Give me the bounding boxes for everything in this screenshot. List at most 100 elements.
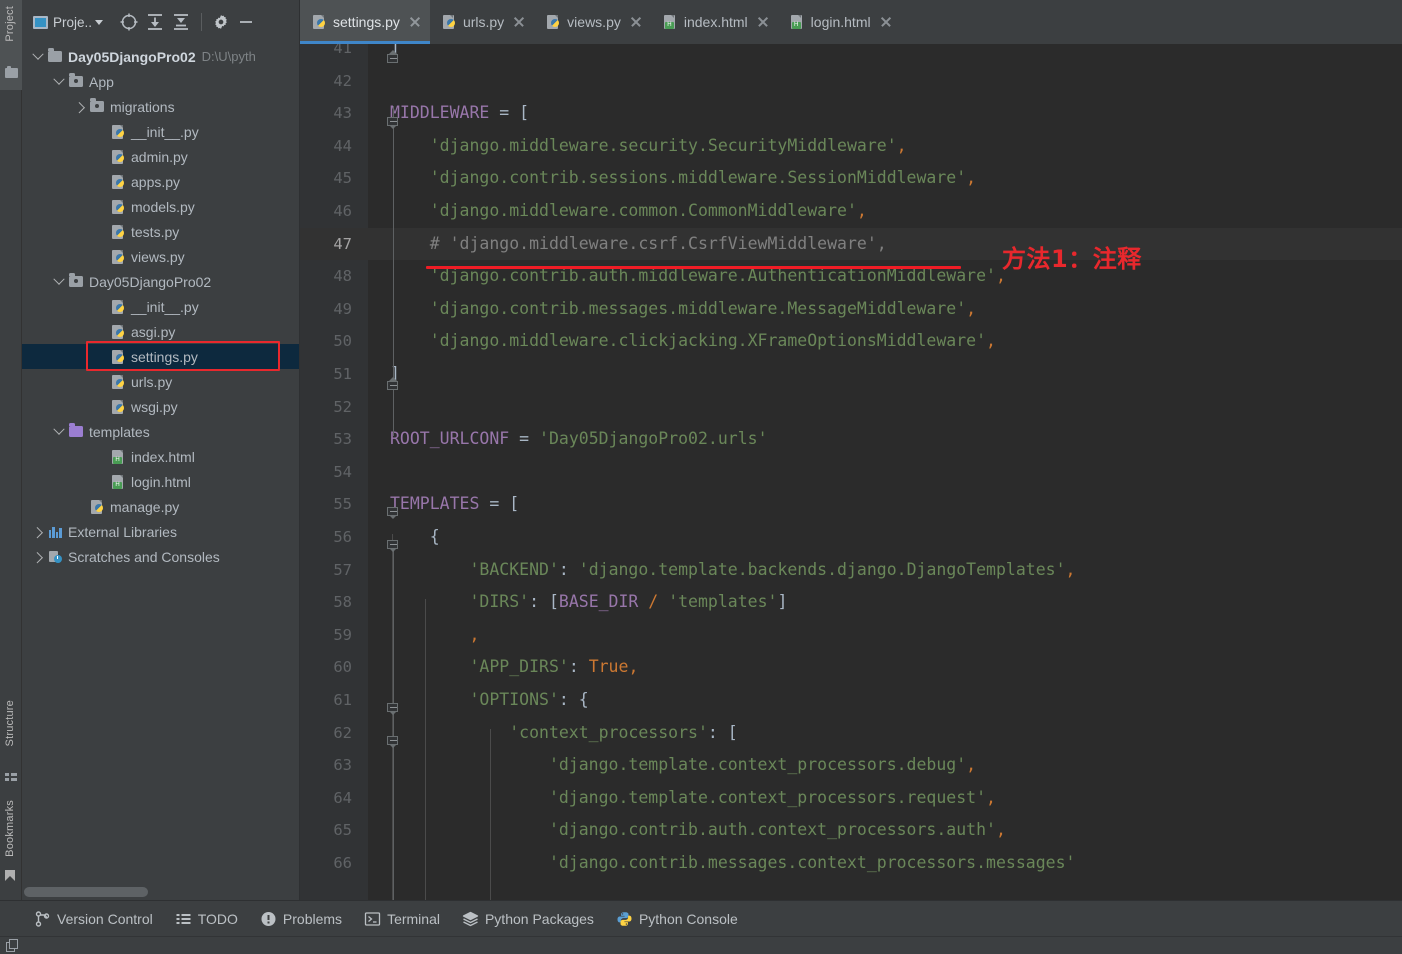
code-line-50[interactable]: 50 'django.middleware.clickjacking.XFram…	[300, 325, 1402, 358]
code-line-41[interactable]: 41]	[300, 44, 1402, 65]
bookmark-icon[interactable]	[5, 870, 15, 881]
tree-item-index-html[interactable]: Hindex.html	[22, 444, 300, 469]
tree-item-tests-py[interactable]: tests.py	[22, 219, 300, 244]
code-line-57[interactable]: 57 'BACKEND': 'django.template.backends.…	[300, 554, 1402, 587]
tree-twisty[interactable]	[93, 349, 109, 365]
tree-item-apps-py[interactable]: apps.py	[22, 169, 300, 194]
tree-item-app[interactable]: App	[22, 69, 300, 94]
tree-item-wsgi-py[interactable]: wsgi.py	[22, 394, 300, 419]
code-line-61[interactable]: 61 'OPTIONS': {	[300, 684, 1402, 717]
tree-item-templates[interactable]: templates	[22, 419, 300, 444]
bottom-bar-version-control[interactable]: Version Control	[34, 911, 153, 927]
tree-twisty[interactable]	[93, 299, 109, 315]
tree-twisty[interactable]	[93, 449, 109, 465]
editor-tab-login-html[interactable]: Hlogin.html	[778, 0, 901, 44]
close-icon[interactable]	[880, 16, 892, 28]
chevron-right-icon[interactable]	[72, 99, 88, 115]
rail-item-project[interactable]: Project	[4, 6, 16, 42]
tree-item-admin-py[interactable]: admin.py	[22, 144, 300, 169]
close-icon[interactable]	[409, 16, 421, 28]
bottom-bar-todo[interactable]: TODO	[175, 911, 238, 927]
code-line-46[interactable]: 46 'django.middleware.common.CommonMiddl…	[300, 195, 1402, 228]
tree-item-init-py[interactable]: __init__.py	[22, 294, 300, 319]
rail-item-bookmarks[interactable]: Bookmarks	[4, 800, 16, 857]
rail-item-structure[interactable]: Structure	[4, 700, 16, 746]
tree-item-views-py[interactable]: views.py	[22, 244, 300, 269]
code-line-49[interactable]: 49 'django.contrib.messages.middleware.M…	[300, 293, 1402, 326]
tree-item-manage-py[interactable]: manage.py	[22, 494, 300, 519]
close-icon[interactable]	[630, 16, 642, 28]
code-line-54[interactable]: 54	[300, 456, 1402, 489]
chevron-down-icon[interactable]	[30, 48, 46, 65]
fold-marker-start[interactable]	[387, 507, 400, 520]
bottom-bar-terminal[interactable]: Terminal	[364, 911, 440, 927]
code-line-44[interactable]: 44 'django.middleware.security.SecurityM…	[300, 130, 1402, 163]
tree-item-day05djangopro02[interactable]: Day05DjangoPro02 D:\U\pyth	[22, 44, 300, 69]
code-line-42[interactable]: 42	[300, 65, 1402, 98]
expand-all-button[interactable]	[142, 9, 168, 35]
tree-item-asgi-py[interactable]: asgi.py	[22, 319, 300, 344]
code-line-63[interactable]: 63 'django.template.context_processors.d…	[300, 749, 1402, 782]
tree-item-urls-py[interactable]: urls.py	[22, 369, 300, 394]
editor-tab-urls-py[interactable]: urls.py	[430, 0, 534, 44]
tree-twisty[interactable]	[93, 249, 109, 265]
tree-item-migrations[interactable]: migrations	[22, 94, 300, 119]
fold-marker-end[interactable]	[387, 50, 400, 63]
editor-tab-index-html[interactable]: Hindex.html	[651, 0, 778, 44]
chevron-right-icon[interactable]	[30, 549, 46, 565]
tree-twisty[interactable]	[93, 324, 109, 340]
project-view-selector[interactable]: Proje..	[30, 9, 106, 35]
code-line-45[interactable]: 45 'django.contrib.sessions.middleware.S…	[300, 162, 1402, 195]
code-line-66[interactable]: 66 'django.contrib.messages.context_proc…	[300, 847, 1402, 880]
bottom-bar-python-console[interactable]: Python Console	[616, 911, 738, 927]
settings-button[interactable]	[209, 9, 233, 35]
fold-marker-end[interactable]	[387, 377, 400, 390]
close-icon[interactable]	[513, 16, 525, 28]
tree-twisty[interactable]	[93, 124, 109, 140]
code-line-43[interactable]: 43 MIDDLEWARE = [	[300, 97, 1402, 130]
code-editor[interactable]: 41] 42 43 MIDDLEWARE = [44 'django.middlewa…	[300, 44, 1402, 900]
bottom-bar-problems[interactable]: Problems	[260, 911, 342, 927]
editor-tab-views-py[interactable]: views.py	[534, 0, 651, 44]
tree-twisty[interactable]	[93, 149, 109, 165]
chevron-down-icon[interactable]	[51, 73, 67, 90]
collapse-all-button[interactable]	[168, 9, 194, 35]
tree-item-init-py[interactable]: __init__.py	[22, 119, 300, 144]
chevron-down-icon[interactable]	[51, 423, 67, 440]
tree-twisty[interactable]	[93, 399, 109, 415]
chevron-right-icon[interactable]	[30, 524, 46, 540]
code-line-58[interactable]: 58 'DIRS': [BASE_DIR / 'templates']	[300, 586, 1402, 619]
editor-tab-settings-py[interactable]: settings.py	[300, 0, 430, 44]
layout-icon[interactable]	[6, 939, 19, 952]
code-line-55[interactable]: 55 TEMPLATES = [	[300, 488, 1402, 521]
code-line-53[interactable]: 53 ROOT_URLCONF = 'Day05DjangoPro02.urls'	[300, 423, 1402, 456]
close-icon[interactable]	[757, 16, 769, 28]
tree-twisty[interactable]	[93, 174, 109, 190]
code-line-60[interactable]: 60 'APP_DIRS': True,	[300, 651, 1402, 684]
tree-twisty[interactable]	[93, 474, 109, 490]
code-line-59[interactable]: 59 ,	[300, 619, 1402, 652]
structure-icon[interactable]	[5, 772, 17, 782]
project-folder-icon[interactable]	[5, 66, 18, 78]
code-line-62[interactable]: 62 'context_processors': [	[300, 717, 1402, 750]
tree-twisty[interactable]	[93, 224, 109, 240]
project-hscrollbar-thumb[interactable]	[24, 887, 148, 897]
tree-twisty[interactable]	[93, 199, 109, 215]
tree-item-settings-py[interactable]: settings.py	[22, 344, 300, 369]
code-line-56[interactable]: 56 {	[300, 521, 1402, 554]
tree-item-external-libraries[interactable]: External Libraries	[22, 519, 300, 544]
hide-panel-button[interactable]	[233, 9, 259, 35]
code-line-51[interactable]: 51]	[300, 358, 1402, 391]
tree-item-login-html[interactable]: Hlogin.html	[22, 469, 300, 494]
fold-marker-start[interactable]	[387, 703, 400, 716]
fold-marker-start[interactable]	[387, 117, 400, 130]
select-opened-file-button[interactable]	[116, 9, 142, 35]
fold-marker-start[interactable]	[387, 736, 400, 749]
code-line-47[interactable]: 47 # 'django.middleware.csrf.CsrfViewMid…	[300, 227, 1402, 261]
code-line-65[interactable]: 65 'django.contrib.auth.context_processo…	[300, 814, 1402, 847]
tree-item-scratches-and-consoles[interactable]: Scratches and Consoles	[22, 544, 300, 569]
fold-marker-start[interactable]	[387, 540, 400, 553]
tree-twisty[interactable]	[93, 374, 109, 390]
tree-twisty[interactable]	[72, 499, 88, 515]
code-content[interactable]: 41] 42 43 MIDDLEWARE = [44 'django.middlewa…	[300, 44, 1402, 900]
